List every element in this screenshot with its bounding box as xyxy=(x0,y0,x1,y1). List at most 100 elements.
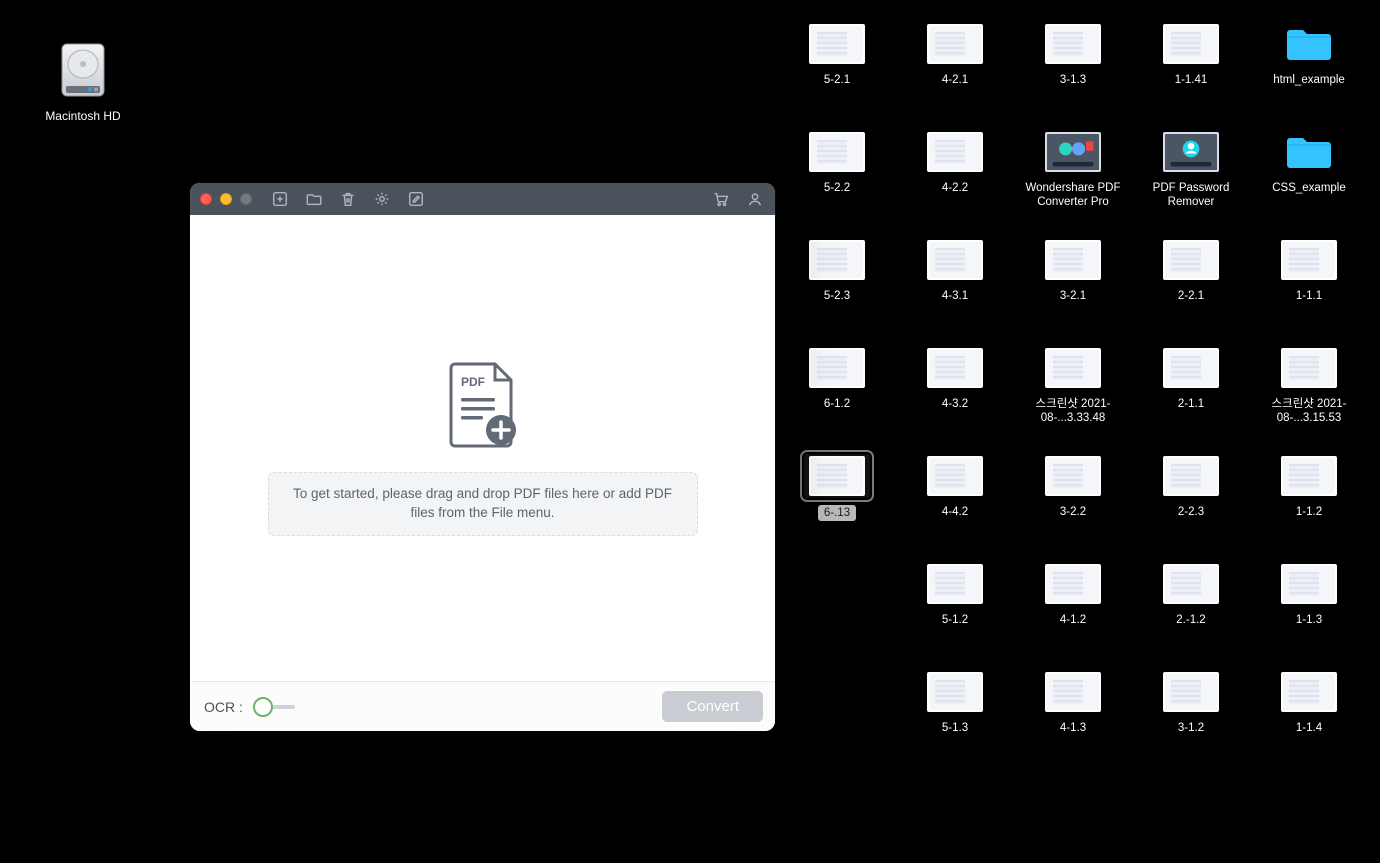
window-body[interactable]: PDF To get started, please drag and drop… xyxy=(190,215,775,681)
file-thumbnail-icon xyxy=(1163,24,1219,64)
desktop-item-label: 3-1.2 xyxy=(1178,721,1204,735)
file-thumbnail-icon xyxy=(1281,564,1337,604)
convert-button[interactable]: Convert xyxy=(662,691,763,722)
desktop-item[interactable]: 5-2.3 xyxy=(779,230,895,338)
file-thumbnail-icon xyxy=(1281,672,1337,712)
file-thumbnail-icon xyxy=(1281,348,1337,388)
file-thumbnail-icon xyxy=(809,24,865,64)
file-thumbnail-icon xyxy=(1163,456,1219,496)
desktop-item-label: 5-2.2 xyxy=(824,181,850,195)
desktop-item[interactable]: 3-1.2 xyxy=(1133,662,1249,770)
file-thumbnail-icon xyxy=(927,24,983,64)
edit-button[interactable] xyxy=(406,189,426,209)
desktop-item[interactable]: 2-2.3 xyxy=(1133,446,1249,554)
ocr-toggle[interactable] xyxy=(253,697,295,717)
desktop-item-label: 3-1.3 xyxy=(1060,73,1086,87)
desktop-item-label: 4-1.2 xyxy=(1060,613,1086,627)
desktop-item-label: 2-2.3 xyxy=(1178,505,1204,519)
desktop-item[interactable]: 2.-1.2 xyxy=(1133,554,1249,662)
desktop-item[interactable]: 4-3.2 xyxy=(897,338,1013,446)
desktop-item-label: 1-1.3 xyxy=(1296,613,1322,627)
desktop-item-label: 5-2.3 xyxy=(824,289,850,303)
desktop-item-label: 스크린샷 2021-08-...3.15.53 xyxy=(1251,397,1367,426)
desktop-item-label: 3-2.1 xyxy=(1060,289,1086,303)
desktop-item[interactable]: 5-2.2 xyxy=(779,122,895,230)
file-thumbnail-icon xyxy=(1163,564,1219,604)
desktop-item-label: 5-2.1 xyxy=(824,73,850,87)
settings-button[interactable] xyxy=(372,189,392,209)
desktop-drive-label: Macintosh HD xyxy=(45,109,120,123)
folder-icon xyxy=(1283,131,1335,173)
file-thumbnail-icon xyxy=(809,348,865,388)
account-button[interactable] xyxy=(745,189,765,209)
window-zoom-button[interactable] xyxy=(240,193,252,205)
file-thumbnail-icon xyxy=(1163,240,1219,280)
hard-disk-icon xyxy=(58,42,108,100)
desktop-item-label: 5-1.2 xyxy=(942,613,968,627)
desktop-item[interactable]: PDF Password Remover xyxy=(1133,122,1249,230)
desktop-item[interactable]: 1-1.41 xyxy=(1133,14,1249,122)
file-thumbnail-icon xyxy=(1045,240,1101,280)
window-traffic-lights xyxy=(200,193,252,205)
desktop-item-label: Wondershare PDF Converter Pro xyxy=(1015,181,1131,210)
desktop-item-label: PDF Password Remover xyxy=(1133,181,1249,210)
desktop-item[interactable]: html_example xyxy=(1251,14,1367,122)
file-thumbnail-icon xyxy=(927,132,983,172)
file-thumbnail-icon xyxy=(927,348,983,388)
desktop-item[interactable]: 스크린샷 2021-08-...3.33.48 xyxy=(1015,338,1131,446)
desktop-item[interactable]: 4-1.3 xyxy=(1015,662,1131,770)
file-thumbnail-icon xyxy=(809,132,865,172)
desktop-item[interactable]: 3-2.2 xyxy=(1015,446,1131,554)
desktop-item[interactable]: 스크린샷 2021-08-...3.15.53 xyxy=(1251,338,1367,446)
ocr-label: OCR : xyxy=(204,699,243,715)
delete-button[interactable] xyxy=(338,189,358,209)
desktop-item-label: 4-4.2 xyxy=(942,505,968,519)
desktop-drive[interactable]: Macintosh HD xyxy=(38,42,128,123)
desktop-item[interactable]: 4-4.2 xyxy=(897,446,1013,554)
desktop-item[interactable]: 5-2.1 xyxy=(779,14,895,122)
desktop-item[interactable]: 6-.13 xyxy=(779,446,895,554)
desktop-item[interactable]: 1-1.4 xyxy=(1251,662,1367,770)
file-thumbnail-icon xyxy=(927,456,983,496)
file-thumbnail-icon xyxy=(1045,24,1101,64)
desktop-item-label: 2-1.1 xyxy=(1178,397,1204,411)
desktop-item-label: html_example xyxy=(1273,73,1345,87)
open-folder-button[interactable] xyxy=(304,189,324,209)
desktop-item[interactable]: 3-1.3 xyxy=(1015,14,1131,122)
window-titlebar xyxy=(190,183,775,215)
desktop-item[interactable]: 1-1.1 xyxy=(1251,230,1367,338)
desktop-item[interactable]: 2-1.1 xyxy=(1133,338,1249,446)
app-icon xyxy=(1045,132,1101,172)
window-close-button[interactable] xyxy=(200,193,212,205)
file-thumbnail-icon xyxy=(927,564,983,604)
desktop-item-label: 4-2.2 xyxy=(942,181,968,195)
desktop-item[interactable]: 4-2.1 xyxy=(897,14,1013,122)
add-file-button[interactable] xyxy=(270,189,290,209)
desktop-item[interactable]: 3-2.1 xyxy=(1015,230,1131,338)
desktop-item[interactable]: 1-1.3 xyxy=(1251,554,1367,662)
desktop-item[interactable]: 4-2.2 xyxy=(897,122,1013,230)
desktop-item[interactable]: 1-1.2 xyxy=(1251,446,1367,554)
desktop-item-label: 1-1.4 xyxy=(1296,721,1322,735)
desktop-item[interactable]: CSS_example xyxy=(1251,122,1367,230)
desktop-item[interactable]: 5-1.3 xyxy=(897,662,1013,770)
cart-button[interactable] xyxy=(711,189,731,209)
app-icon xyxy=(1163,132,1219,172)
desktop-item[interactable]: 5-1.2 xyxy=(897,554,1013,662)
desktop-item-label: 2-2.1 xyxy=(1178,289,1204,303)
folder-icon xyxy=(1283,23,1335,65)
file-thumbnail-icon xyxy=(1045,456,1101,496)
window-minimize-button[interactable] xyxy=(220,193,232,205)
desktop-item[interactable]: 4-3.1 xyxy=(897,230,1013,338)
desktop-item-label: 5-1.3 xyxy=(942,721,968,735)
desktop-item-label: 4-3.1 xyxy=(942,289,968,303)
drop-hint-text: To get started, please drag and drop PDF… xyxy=(268,472,698,536)
desktop-item-label: CSS_example xyxy=(1272,181,1346,195)
desktop-item[interactable]: Wondershare PDF Converter Pro xyxy=(1015,122,1131,230)
window-footer: OCR : Convert xyxy=(190,681,775,731)
desktop-item[interactable]: 6-1.2 xyxy=(779,338,895,446)
desktop-item[interactable]: 2-2.1 xyxy=(1133,230,1249,338)
desktop-item[interactable]: 4-1.2 xyxy=(1015,554,1131,662)
file-thumbnail-icon xyxy=(1045,564,1101,604)
file-thumbnail-icon xyxy=(927,672,983,712)
